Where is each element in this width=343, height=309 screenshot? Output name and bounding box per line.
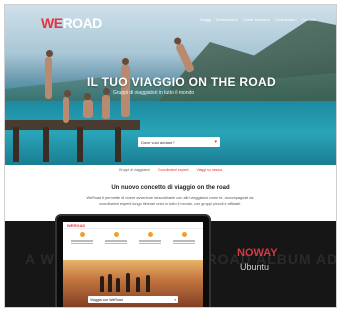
person-figure — [102, 88, 110, 119]
screen-feature — [171, 232, 197, 244]
nav-item[interactable]: Viaggi — [200, 17, 211, 22]
website-presentation: WEROAD Viaggi Destinazioni Come funziona… — [4, 4, 337, 308]
nav-item[interactable]: Coordinatori — [275, 17, 297, 22]
logo-we: WE — [41, 15, 63, 31]
screen-header: WEROAD — [63, 222, 203, 229]
screen-search-bar: Viaggia con WeRoad ▾ — [88, 296, 178, 303]
jumping-person — [172, 36, 195, 74]
screen-feature — [69, 232, 95, 244]
screen-search-text: Viaggia con WeRoad — [90, 297, 123, 302]
top-nav: Viaggi Destinazioni Come funziona Coordi… — [200, 17, 315, 22]
logo[interactable]: WEROAD — [41, 15, 102, 31]
person-figure — [63, 90, 71, 123]
nav-item[interactable]: Destinazioni — [216, 17, 238, 22]
intro-title: Un nuovo concetto di viaggio on the road — [111, 185, 230, 191]
chevron-down-icon: ▾ — [214, 139, 217, 145]
screen-people — [98, 272, 158, 292]
strip-item: Coordinatori esperti — [157, 168, 189, 172]
pier-post — [115, 127, 121, 162]
hero-section: WEROAD Viaggi Destinazioni Come funziona… — [5, 5, 336, 165]
pier-post — [77, 127, 83, 162]
screen-feature — [137, 232, 163, 244]
screen-feature — [103, 232, 129, 244]
sea-background — [5, 101, 336, 165]
screen-feature-row — [69, 232, 197, 244]
noway-label: NOWAY — [237, 247, 278, 259]
destination-search[interactable]: Dove vuoi andare? ▾ — [138, 137, 220, 147]
intro-text: WeRoad ti permette di vivere avventure s… — [86, 196, 254, 206]
feature-strip: Gruppi di viaggiatori Coordinatori esper… — [5, 165, 336, 175]
font-name-label: Ubuntu — [240, 262, 270, 272]
hero-title: IL TUO VIAGGIO ON THE ROAD — [87, 75, 276, 89]
nav-item[interactable]: Contatti — [302, 17, 316, 22]
logo-road: ROAD — [62, 15, 103, 31]
person-figure — [83, 93, 93, 118]
hero-subtitle: Gruppi di viaggiatori in tutto il mondo — [113, 90, 195, 96]
laptop-mockup: WEROAD Viaggia con WeRoad ▾ — [55, 214, 211, 307]
chevron-down-icon: ▾ — [174, 297, 176, 302]
pier-post — [13, 127, 19, 162]
pier-post — [43, 127, 49, 162]
screen-logo: WEROAD — [67, 223, 86, 228]
search-placeholder: Dove vuoi andare? — [141, 139, 175, 145]
strip-item: Gruppi di viaggiatori — [118, 168, 150, 172]
strip-item: Viaggi su misura — [196, 168, 223, 172]
nav-item[interactable]: Come funziona — [243, 17, 270, 22]
laptop-screen: WEROAD Viaggia con WeRoad ▾ — [63, 222, 203, 307]
person-figure — [45, 50, 53, 99]
